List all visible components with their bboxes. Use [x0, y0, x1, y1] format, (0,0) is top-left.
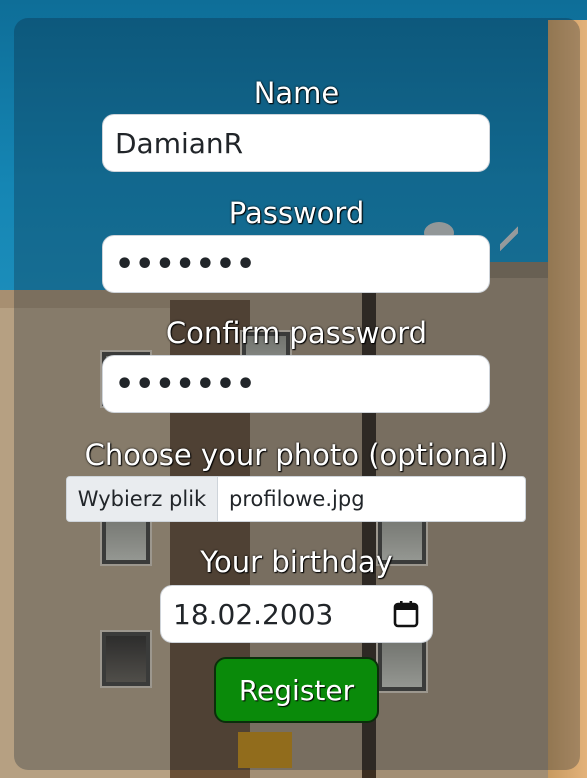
confirm-password-input[interactable]: ••••••• [102, 355, 490, 413]
birthday-label: Your birthday [200, 545, 393, 579]
confirm-password-label: Confirm password [165, 316, 428, 350]
name-label: Name [253, 76, 340, 110]
birthday-date-input[interactable]: 18.02.2003 [160, 585, 433, 643]
calendar-icon[interactable] [392, 598, 420, 630]
name-input[interactable]: DamianR [102, 114, 490, 172]
photo-file-input[interactable]: Wybierz plik profilowe.jpg [66, 476, 526, 522]
selected-file-name: profilowe.jpg [229, 487, 365, 511]
photo-label: Choose your photo (optional) [84, 438, 509, 472]
register-button[interactable]: Register [214, 657, 379, 723]
registration-form: Name DamianR Password ••••••• Confirm pa… [0, 0, 587, 778]
choose-file-button[interactable]: Wybierz plik [67, 477, 218, 521]
password-input[interactable]: ••••••• [102, 235, 490, 293]
password-label: Password [228, 196, 365, 230]
birthday-value: 18.02.2003 [173, 597, 334, 631]
